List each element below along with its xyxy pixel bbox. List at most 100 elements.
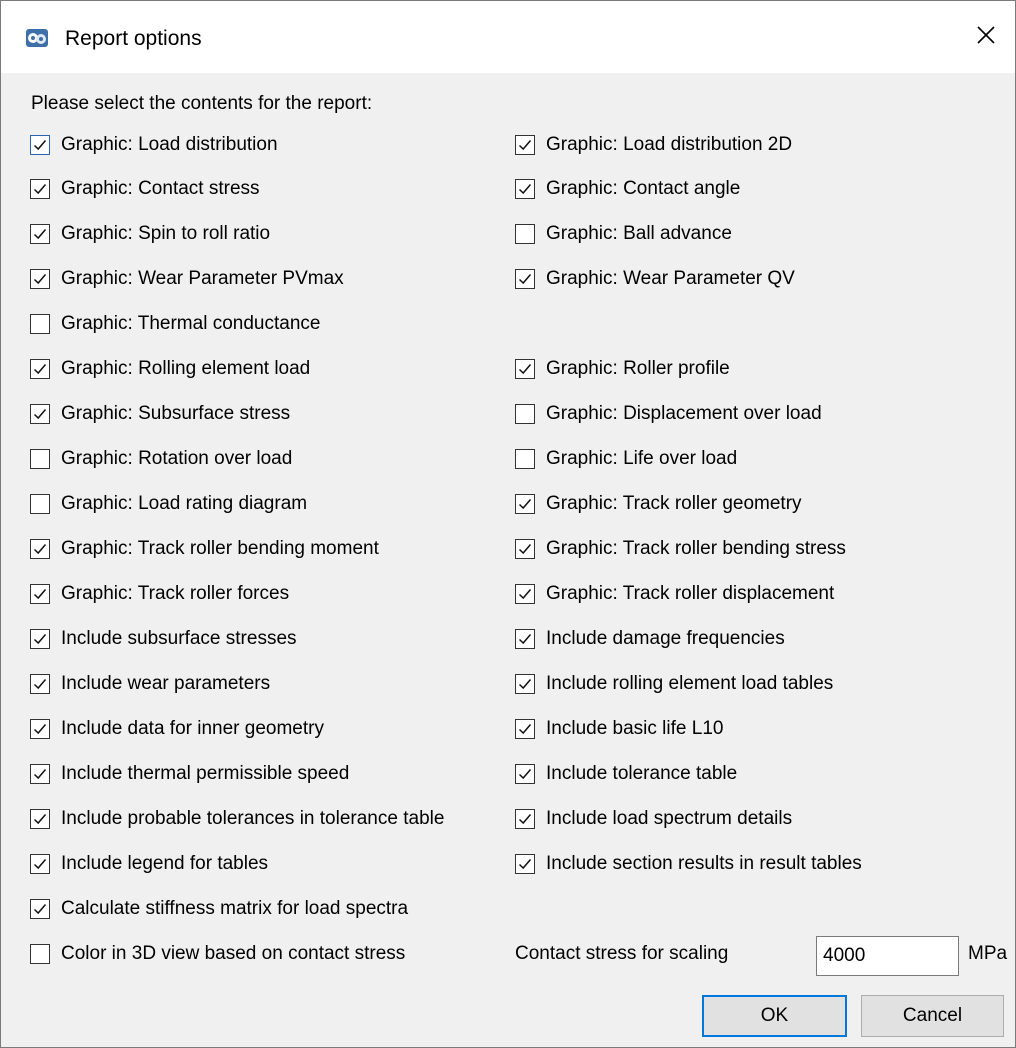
checkbox[interactable] bbox=[515, 359, 535, 379]
checkbox-option[interactable]: Include load spectrum details bbox=[515, 806, 792, 832]
checkbox[interactable] bbox=[30, 359, 50, 379]
checkbox-option[interactable]: Graphic: Life over load bbox=[515, 446, 737, 472]
checkbox-option[interactable]: Graphic: Load rating diagram bbox=[30, 491, 307, 517]
checkbox-option[interactable]: Graphic: Track roller bending moment bbox=[30, 536, 379, 562]
checkmark-icon bbox=[33, 364, 47, 375]
checkbox[interactable] bbox=[30, 899, 50, 919]
contact-stress-unit: MPa bbox=[968, 943, 1008, 964]
checkbox-option[interactable]: Include damage frequencies bbox=[515, 626, 785, 652]
checkbox-option[interactable]: Graphic: Wear Parameter QV bbox=[515, 266, 795, 292]
checkbox-label: Graphic: Wear Parameter QV bbox=[546, 268, 795, 289]
checkbox-option[interactable]: Include wear parameters bbox=[30, 671, 270, 697]
checkbox[interactable] bbox=[30, 584, 50, 604]
checkbox[interactable] bbox=[30, 269, 50, 289]
checkbox[interactable] bbox=[30, 179, 50, 199]
checkbox-label: Graphic: Rolling element load bbox=[61, 358, 311, 379]
checkbox[interactable] bbox=[515, 764, 535, 784]
checkbox[interactable] bbox=[515, 269, 535, 289]
ok-button[interactable]: OK bbox=[702, 995, 847, 1037]
checkbox[interactable] bbox=[30, 539, 50, 559]
checkbox-option[interactable]: Include tolerance table bbox=[515, 761, 737, 787]
checkbox[interactable] bbox=[515, 494, 535, 514]
checkbox-option[interactable]: Graphic: Ball advance bbox=[515, 221, 732, 247]
checkbox-label: Graphic: Wear Parameter PVmax bbox=[61, 268, 344, 289]
checkmark-icon bbox=[518, 364, 532, 375]
checkbox-option[interactable]: Graphic: Contact stress bbox=[30, 176, 260, 202]
checkmark-icon bbox=[518, 634, 532, 645]
checkbox-option[interactable]: Include basic life L10 bbox=[515, 716, 723, 742]
checkmark-icon bbox=[518, 140, 532, 151]
checkbox[interactable] bbox=[515, 179, 535, 199]
checkbox[interactable] bbox=[515, 539, 535, 559]
checkbox-label: Include thermal permissible speed bbox=[61, 763, 350, 784]
checkbox[interactable] bbox=[515, 135, 535, 155]
checkmark-icon bbox=[33, 140, 47, 151]
checkbox-option[interactable]: Graphic: Contact angle bbox=[515, 176, 740, 202]
checkbox[interactable] bbox=[30, 494, 50, 514]
cancel-button[interactable]: Cancel bbox=[861, 995, 1004, 1037]
checkbox[interactable] bbox=[515, 224, 535, 244]
checkmark-icon bbox=[33, 409, 47, 420]
checkbox-option[interactable]: Include subsurface stresses bbox=[30, 626, 297, 652]
checkmark-icon bbox=[518, 544, 532, 555]
checkbox-option[interactable]: Graphic: Track roller geometry bbox=[515, 491, 802, 517]
checkbox-option[interactable]: Graphic: Load distribution bbox=[30, 132, 278, 158]
close-icon bbox=[976, 25, 996, 50]
checkmark-icon bbox=[33, 544, 47, 555]
checkbox-option[interactable]: Graphic: Wear Parameter PVmax bbox=[30, 266, 344, 292]
checkbox-option[interactable]: Calculate stiffness matrix for load spec… bbox=[30, 896, 408, 922]
checkbox[interactable] bbox=[515, 854, 535, 874]
report-options-dialog: Report options Please select the content… bbox=[0, 0, 1016, 1048]
checkmark-icon bbox=[33, 229, 47, 240]
checkbox-option[interactable]: Include legend for tables bbox=[30, 851, 268, 877]
close-button[interactable] bbox=[957, 1, 1015, 73]
checkbox-option[interactable]: Graphic: Track roller bending stress bbox=[515, 536, 846, 562]
checkbox-option[interactable]: Color in 3D view based on contact stress bbox=[30, 941, 405, 967]
checkbox-label: Graphic: Contact angle bbox=[546, 178, 741, 199]
checkbox[interactable] bbox=[30, 854, 50, 874]
checkbox-label: Include legend for tables bbox=[61, 853, 269, 874]
checkbox[interactable] bbox=[515, 809, 535, 829]
checkbox[interactable] bbox=[515, 629, 535, 649]
checkbox[interactable] bbox=[515, 584, 535, 604]
checkbox-option[interactable]: Include section results in result tables bbox=[515, 851, 862, 877]
checkmark-icon bbox=[33, 859, 47, 870]
checkbox[interactable] bbox=[515, 404, 535, 424]
checkbox-option[interactable]: Graphic: Roller profile bbox=[515, 356, 730, 382]
checkbox-option[interactable]: Graphic: Thermal conductance bbox=[30, 311, 320, 337]
checkbox[interactable] bbox=[30, 314, 50, 334]
checkbox-label: Color in 3D view based on contact stress bbox=[61, 943, 406, 964]
checkbox[interactable] bbox=[30, 809, 50, 829]
instruction-text: Please select the contents for the repor… bbox=[31, 93, 373, 114]
checkbox-label: Calculate stiffness matrix for load spec… bbox=[61, 898, 409, 919]
checkbox-label: Graphic: Ball advance bbox=[546, 223, 732, 244]
checkbox-option[interactable]: Include thermal permissible speed bbox=[30, 761, 349, 787]
checkbox-option[interactable]: Include rolling element load tables bbox=[515, 671, 833, 697]
checkbox-option[interactable]: Graphic: Spin to roll ratio bbox=[30, 221, 270, 247]
checkbox-option[interactable]: Graphic: Displacement over load bbox=[515, 401, 822, 427]
checkbox[interactable] bbox=[30, 449, 50, 469]
dialog-title: Report options bbox=[65, 27, 202, 50]
checkbox-option[interactable]: Graphic: Track roller forces bbox=[30, 581, 289, 607]
checkbox[interactable] bbox=[515, 719, 535, 739]
checkbox-option[interactable]: Graphic: Rolling element load bbox=[30, 356, 310, 382]
checkbox[interactable] bbox=[30, 224, 50, 244]
checkbox-label: Graphic: Thermal conductance bbox=[61, 313, 321, 334]
checkbox[interactable] bbox=[515, 449, 535, 469]
checkbox[interactable] bbox=[30, 719, 50, 739]
checkbox-option[interactable]: Graphic: Track roller displacement bbox=[515, 581, 834, 607]
checkbox-option[interactable]: Graphic: Subsurface stress bbox=[30, 401, 290, 427]
checkbox[interactable] bbox=[30, 404, 50, 424]
checkbox-label: Include tolerance table bbox=[546, 763, 738, 784]
checkbox[interactable] bbox=[515, 674, 535, 694]
contact-stress-input[interactable] bbox=[816, 936, 959, 976]
checkbox-option[interactable]: Include probable tolerances in tolerance… bbox=[30, 806, 444, 832]
checkbox[interactable] bbox=[30, 674, 50, 694]
checkbox-option[interactable]: Graphic: Rotation over load bbox=[30, 446, 292, 472]
checkbox[interactable] bbox=[30, 944, 50, 964]
checkbox-option[interactable]: Include data for inner geometry bbox=[30, 716, 324, 742]
checkbox[interactable] bbox=[30, 629, 50, 649]
checkbox[interactable] bbox=[30, 764, 50, 784]
checkbox[interactable] bbox=[30, 135, 50, 155]
checkbox-option[interactable]: Graphic: Load distribution 2D bbox=[515, 132, 792, 158]
